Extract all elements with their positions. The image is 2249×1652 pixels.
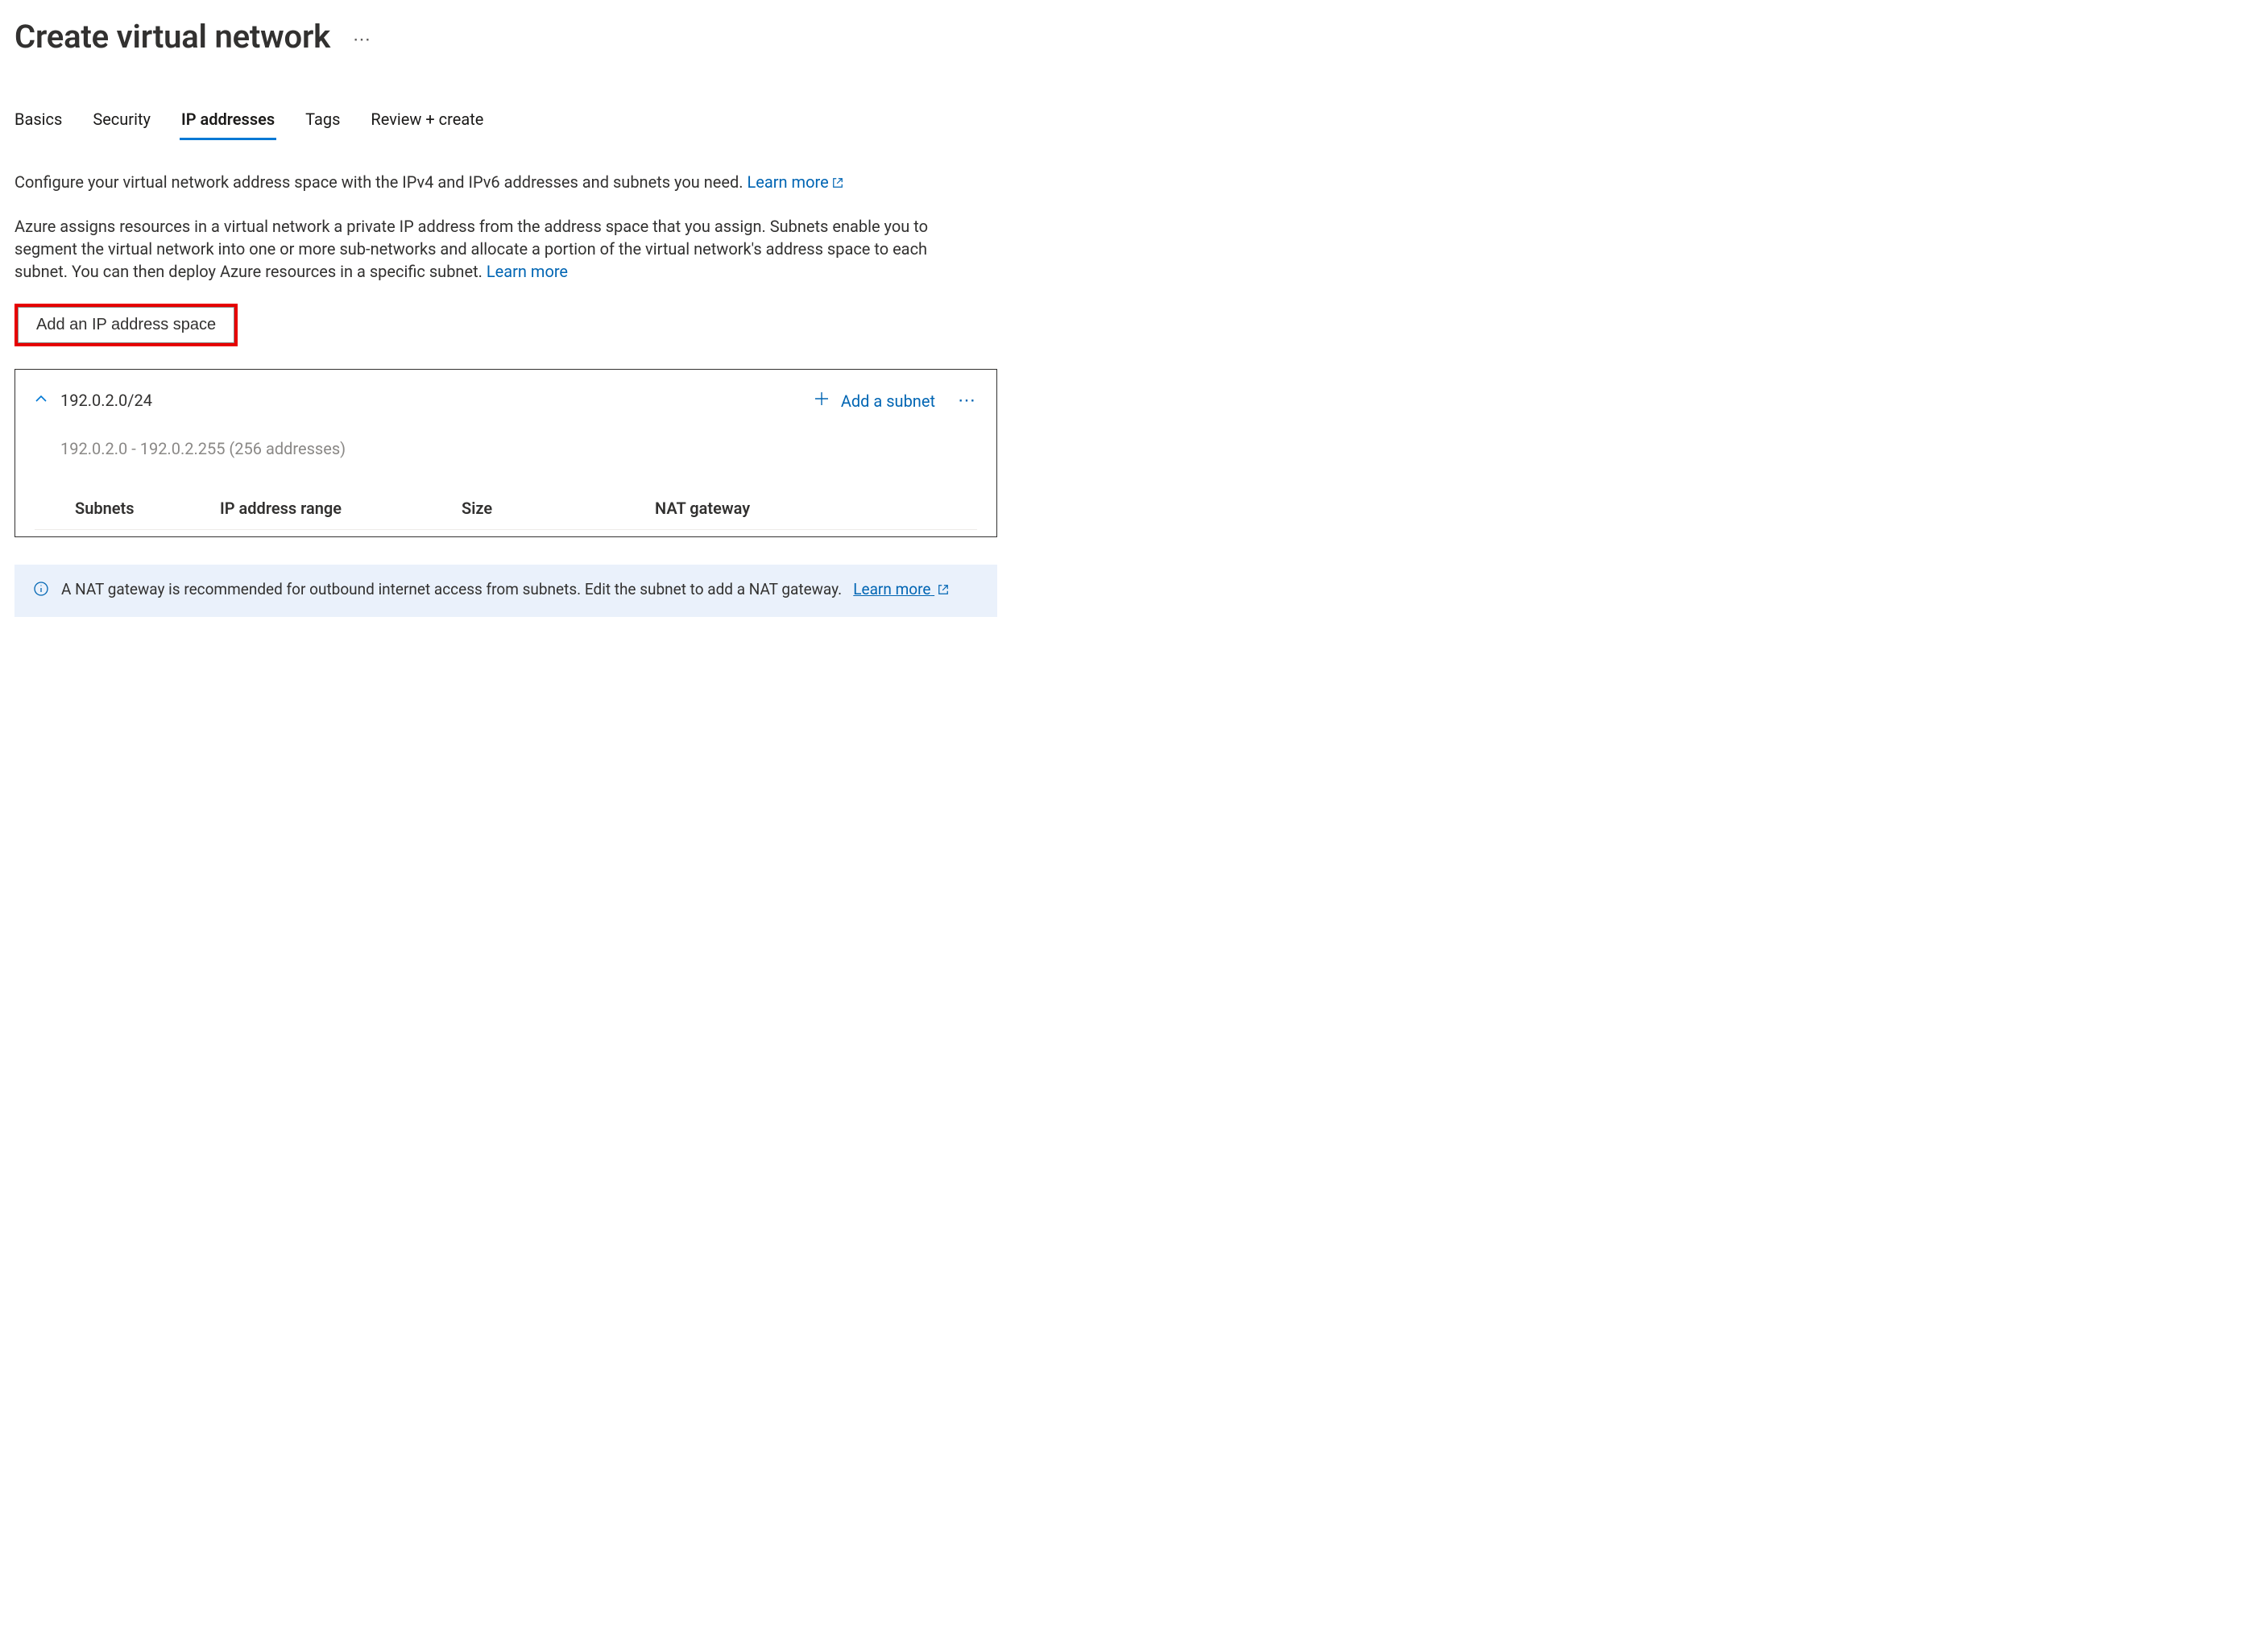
- nat-gateway-info-banner: A NAT gateway is recommended for outboun…: [14, 565, 997, 617]
- info-icon: [34, 581, 48, 602]
- tab-tags[interactable]: Tags: [305, 108, 340, 139]
- col-subnets: Subnets: [75, 497, 220, 520]
- subnet-table: Subnets IP address range Size NAT gatewa…: [35, 497, 977, 530]
- subnet-table-header: Subnets IP address range Size NAT gatewa…: [35, 497, 977, 530]
- add-subnet-button[interactable]: Add a subnet: [814, 390, 935, 412]
- tab-ip-addresses[interactable]: IP addresses: [181, 108, 275, 139]
- tab-review-create[interactable]: Review + create: [371, 108, 483, 139]
- tab-bar: Basics Security IP addresses Tags Review…: [14, 108, 1017, 139]
- intro-text-1: Configure your virtual network address s…: [14, 172, 743, 192]
- learn-more-link-1[interactable]: Learn more: [748, 172, 843, 192]
- col-nat-gateway: NAT gateway: [655, 497, 977, 520]
- address-space-cidr: 192.0.2.0/24: [60, 389, 346, 412]
- add-ip-address-space-button[interactable]: Add an IP address space: [18, 307, 234, 343]
- intro-text-2: Azure assigns resources in a virtual net…: [14, 217, 928, 281]
- title-more-icon[interactable]: ⋯: [353, 28, 372, 53]
- external-link-icon: [832, 172, 843, 194]
- address-space-card: 192.0.2.0/24 192.0.2.0 - 192.0.2.255 (25…: [14, 369, 997, 537]
- address-space-range: 192.0.2.0 - 192.0.2.255 (256 addresses): [60, 437, 346, 460]
- tab-basics[interactable]: Basics: [14, 108, 62, 139]
- page-title: Create virtual network: [14, 14, 330, 60]
- col-ip-range: IP address range: [220, 497, 462, 520]
- chevron-up-icon[interactable]: [35, 389, 48, 407]
- col-size: Size: [462, 497, 655, 520]
- external-link-icon: [938, 580, 949, 602]
- add-ip-highlight-box: Add an IP address space: [14, 304, 238, 346]
- plus-icon: [814, 390, 830, 412]
- add-subnet-label: Add a subnet: [841, 390, 935, 412]
- address-space-more-icon[interactable]: ⋯: [958, 389, 977, 414]
- tab-security[interactable]: Security: [93, 108, 151, 139]
- learn-more-link-2[interactable]: Learn more: [487, 262, 568, 281]
- intro-section: Configure your virtual network address s…: [14, 171, 1017, 283]
- info-banner-text: A NAT gateway is recommended for outboun…: [61, 580, 842, 598]
- info-banner-learn-more-link[interactable]: Learn more: [853, 580, 934, 598]
